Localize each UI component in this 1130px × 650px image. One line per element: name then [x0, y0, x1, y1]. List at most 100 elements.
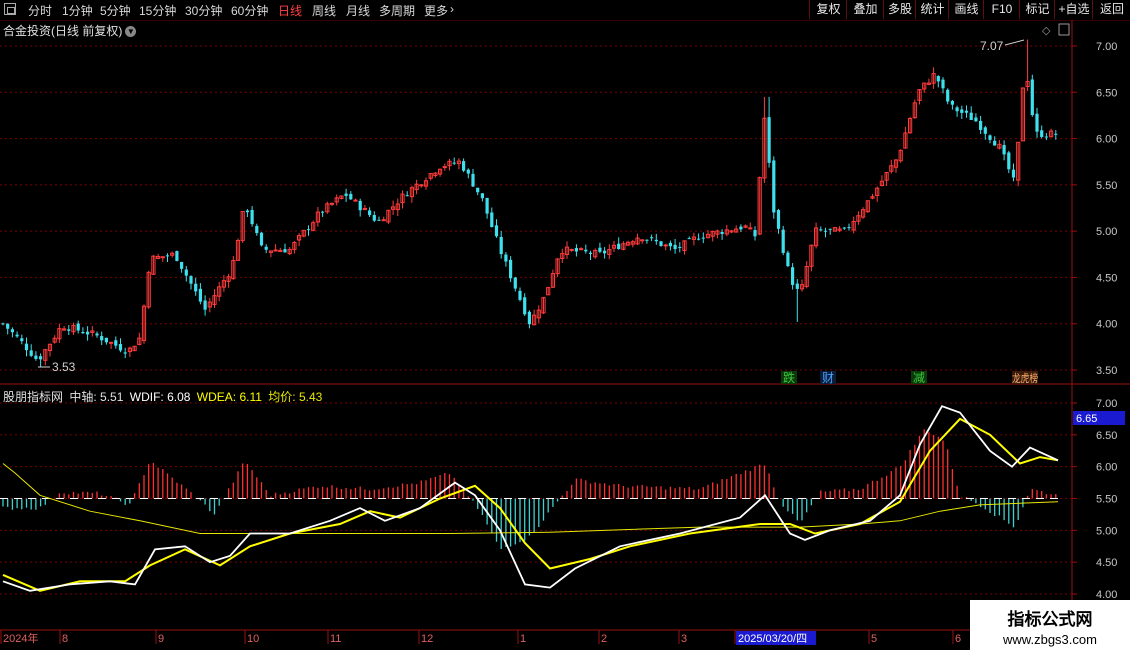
candle-body [715, 230, 720, 235]
back-button[interactable]: 返回 [1092, 0, 1130, 19]
candle-body [546, 287, 551, 296]
event-tag-longhubang-text: 龙虎榜 [1012, 371, 1038, 385]
chevron-right-icon[interactable]: › [450, 2, 454, 16]
avg-label: 均价: [268, 390, 296, 404]
candle-body [137, 337, 142, 345]
candle-body [405, 195, 409, 197]
tab-30min[interactable]: 30分钟 [185, 2, 222, 19]
candle-body [329, 202, 335, 205]
mark-button[interactable]: 标记 [1019, 0, 1055, 19]
candle-body [635, 237, 640, 245]
candle-body [76, 323, 80, 331]
chart-canvas[interactable]: ◇ 7.00 6.50 6.00 5.50 5.00 4.50 4.00 3.50 7.00 6… [0, 0, 1130, 650]
candle-body [409, 187, 414, 198]
panel-toggle-icon[interactable] [1058, 23, 1070, 36]
candle-body [799, 284, 805, 290]
candle-body [851, 220, 856, 231]
candle-body [47, 343, 53, 352]
candle-body [268, 250, 273, 253]
draw-line-button[interactable]: 画线 [948, 0, 984, 19]
price-tick-label: 4.50 [1096, 272, 1117, 284]
candle-body [165, 255, 170, 257]
tab-weekly[interactable]: 周线 [312, 2, 336, 19]
tab-multi-period[interactable]: 多周期 [379, 2, 415, 19]
chevron-down-icon[interactable]: ▼ [125, 26, 137, 38]
candle-body [555, 258, 560, 275]
tab-5min[interactable]: 5分钟 [100, 2, 131, 19]
candle-body [494, 225, 499, 237]
f10-button[interactable]: F10 [983, 0, 1020, 19]
candle-body [349, 193, 353, 200]
diamond-icon[interactable]: ◇ [1042, 25, 1051, 37]
watermark-url: www.zbgs3.com [1003, 632, 1097, 647]
candle-body [90, 330, 95, 333]
multi-stock-button[interactable]: 多股 [883, 0, 916, 19]
tab-1min[interactable]: 1分钟 [62, 2, 93, 19]
wdif-label: WDIF: [129, 390, 164, 404]
candle-body [456, 160, 461, 165]
candle-body [814, 227, 819, 247]
low-marker-label: 3.53 [52, 360, 76, 374]
candle-body [67, 329, 71, 331]
tab-60min[interactable]: 60分钟 [231, 2, 268, 19]
time-label: 1 [520, 633, 526, 645]
candle-body [931, 73, 936, 84]
stock-title[interactable]: 合金投资(日线 前复权) ▼ [3, 22, 137, 39]
event-tag-longhubang-box [1012, 371, 1038, 384]
stats-button[interactable]: 统计 [915, 0, 949, 19]
avg-value: 5.43 [298, 390, 323, 404]
tab-15min[interactable]: 15分钟 [139, 2, 176, 19]
candle-body [564, 246, 570, 255]
candle-body [791, 267, 795, 285]
indicator-title[interactable]: 股朋指标网 中轴: 5.51 WDIF: 6.08 WDEA: 6.11 均价:… [3, 388, 322, 405]
candle-body [898, 149, 903, 162]
tab-monthly[interactable]: 月线 [346, 2, 370, 19]
candle-body [466, 169, 470, 174]
candle-body [917, 89, 922, 101]
candle-body [856, 215, 861, 222]
candle-body [879, 180, 884, 187]
candle-body [518, 290, 522, 300]
candle-body [29, 350, 33, 356]
price-tick-label: 3.50 [1096, 365, 1117, 377]
candle-body [485, 197, 489, 214]
watermark: 指标公式网 www.zbgs3.com [970, 600, 1130, 650]
price-tick-label: 6.50 [1096, 87, 1117, 99]
candle-body [207, 301, 212, 308]
candle-body [645, 239, 649, 241]
candle-body [579, 248, 584, 251]
tab-daily[interactable]: 日线 [278, 2, 302, 19]
event-tag-jian[interactable]: 减 [911, 371, 927, 385]
candle-body [603, 250, 607, 254]
candle-body [598, 247, 602, 252]
candle-body [941, 79, 945, 89]
fuquan-button[interactable]: 复权 [809, 0, 847, 19]
candle-body [720, 231, 724, 235]
candle-body [710, 230, 715, 237]
tab-more[interactable]: 更多 [424, 2, 448, 19]
candle-body [819, 229, 823, 231]
time-label: 8 [62, 633, 68, 645]
candle-body [292, 242, 297, 250]
window-icon[interactable] [4, 3, 16, 15]
tab-fenshi[interactable]: 分时 [28, 2, 52, 19]
candle-body [884, 171, 889, 181]
event-tag-longhubang[interactable]: 龙虎榜 [1012, 371, 1038, 385]
candle-body [180, 262, 184, 269]
candle-body [146, 271, 151, 308]
event-tag-cai[interactable]: 财 [820, 371, 836, 385]
candle-body [560, 252, 565, 260]
candle-body [43, 349, 48, 361]
add-watchlist-button[interactable]: +自选 [1054, 0, 1093, 19]
candle-body [198, 288, 202, 302]
candle-body [156, 255, 161, 259]
overlay-button[interactable]: 叠加 [846, 0, 884, 19]
stock-title-text: 合金投资(日线 前复权) [3, 24, 123, 38]
watermark-title: 指标公式网 [1007, 610, 1093, 629]
candle-body [1007, 152, 1011, 170]
event-tag-die[interactable]: 跌 [781, 370, 797, 385]
candle-body [344, 193, 348, 196]
indicator-bars [0, 429, 1060, 550]
candle-body [875, 187, 880, 196]
indicator-tick-label: 6.00 [1096, 462, 1117, 474]
